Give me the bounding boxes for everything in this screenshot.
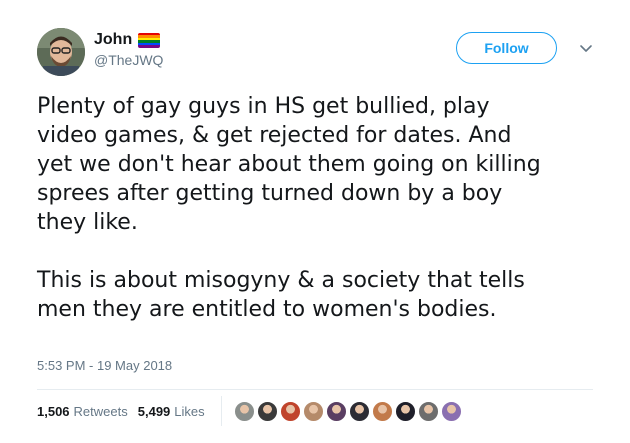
likes-count: 5,499: [137, 403, 171, 419]
follow-button[interactable]: Follow: [456, 32, 557, 64]
divider: [37, 389, 593, 390]
tweet-card: John @TheJWQ Follow Plenty of gay guys i…: [0, 0, 630, 443]
liker-avatar[interactable]: [371, 400, 393, 422]
liker-avatar[interactable]: [394, 400, 416, 422]
tweet-text: Plenty of gay guys in HS get bullied, pl…: [37, 94, 541, 322]
liker-avatar[interactable]: [325, 400, 347, 422]
liker-avatar[interactable]: [279, 400, 301, 422]
liker-avatar[interactable]: [417, 400, 439, 422]
rainbow-flag-icon: [138, 32, 161, 48]
retweets-count: 1,506: [37, 403, 70, 419]
tweet-timestamp[interactable]: 5:53 PM - 19 May 2018: [37, 358, 172, 373]
chevron-down-icon[interactable]: [578, 40, 594, 56]
stats-separator: [220, 396, 222, 426]
flag-stripe: [138, 45, 161, 48]
author-name-row[interactable]: John: [94, 30, 161, 50]
retweets-label: Retweets: [73, 403, 128, 419]
liker-avatar[interactable]: [256, 400, 278, 422]
avatar[interactable]: [37, 28, 85, 76]
liker-avatar[interactable]: [348, 400, 370, 422]
tweet-stats: 1,506 Retweets 5,499 Likes: [37, 396, 464, 426]
author-name[interactable]: John: [94, 31, 132, 49]
liker-avatar[interactable]: [440, 400, 462, 422]
avatar-image: [37, 28, 85, 76]
likes-label: Likes: [174, 403, 205, 419]
likes-stat[interactable]: 5,499 Likes: [138, 404, 205, 419]
liker-avatar[interactable]: [302, 400, 324, 422]
author-handle[interactable]: @TheJWQ: [94, 52, 163, 68]
liker-avatars: [233, 400, 464, 422]
retweets-stat[interactable]: 1,506 Retweets: [37, 404, 128, 419]
liker-avatar[interactable]: [233, 400, 255, 422]
